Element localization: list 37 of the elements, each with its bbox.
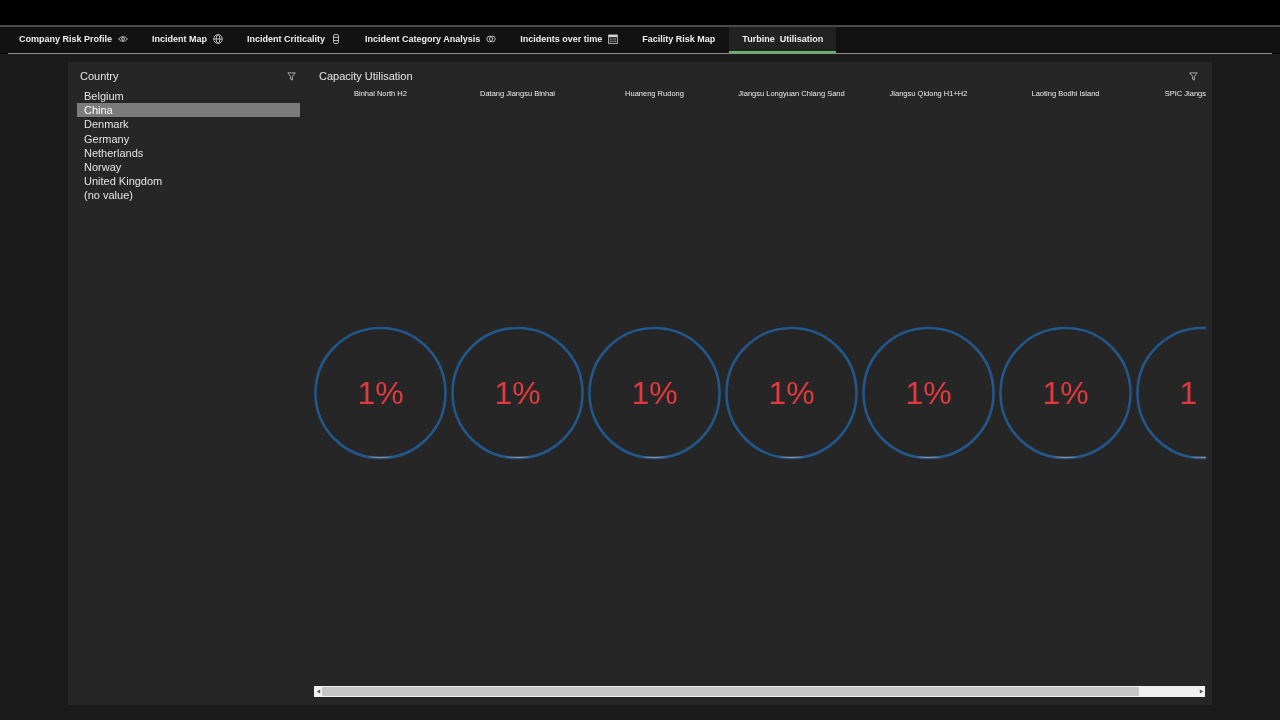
list-item[interactable]: United Kingdom bbox=[77, 174, 300, 189]
filter-icon[interactable] bbox=[1189, 71, 1198, 81]
calendar-icon bbox=[608, 34, 619, 44]
scroll-right-button[interactable] bbox=[1197, 686, 1205, 697]
gauge-value: 1% bbox=[357, 375, 404, 411]
tab[interactable]: Company Risk Profile bbox=[7, 27, 141, 53]
overlapping-circles-icon bbox=[486, 34, 497, 44]
gauge-value: 1% bbox=[631, 375, 678, 411]
gauge-value: 1 bbox=[1179, 375, 1198, 411]
gauge-value: 1% bbox=[1042, 375, 1089, 411]
globe-icon bbox=[213, 34, 224, 44]
gauge-value: 1% bbox=[494, 375, 541, 411]
tab[interactable]: Turbine Utilisation bbox=[729, 27, 837, 53]
list-item[interactable]: Norway bbox=[77, 159, 300, 174]
horizontal-scrollbar[interactable] bbox=[314, 686, 1205, 697]
tab[interactable]: Incidents over time bbox=[508, 27, 631, 53]
left-triangle-icon bbox=[315, 689, 321, 694]
list-item[interactable]: China bbox=[77, 103, 300, 118]
list-item[interactable]: Denmark bbox=[77, 117, 300, 132]
tab[interactable]: Incident Criticality bbox=[235, 27, 354, 53]
gauge-value: 1% bbox=[905, 375, 952, 411]
list-item[interactable]: Netherlands bbox=[77, 145, 300, 160]
chart-title: Capacity Utilisation bbox=[319, 70, 413, 82]
eye-icon bbox=[118, 34, 129, 44]
list-item[interactable]: Germany bbox=[77, 131, 300, 146]
gauge-value: 1% bbox=[768, 375, 815, 411]
right-triangle-icon bbox=[1198, 689, 1204, 694]
list-item[interactable]: (no value) bbox=[77, 188, 300, 203]
list-item[interactable]: Belgium bbox=[77, 89, 300, 103]
tab[interactable]: Incident Map bbox=[140, 27, 236, 53]
filter-title: Country bbox=[80, 70, 119, 82]
scrollbar-thumb[interactable] bbox=[322, 687, 1139, 696]
tab[interactable]: Incident Category Analysis bbox=[353, 27, 509, 53]
scroll-left-button[interactable] bbox=[314, 686, 322, 697]
tab[interactable]: Facility Risk Map bbox=[630, 27, 728, 53]
filter-icon[interactable] bbox=[287, 71, 296, 81]
database-icon bbox=[331, 34, 342, 44]
